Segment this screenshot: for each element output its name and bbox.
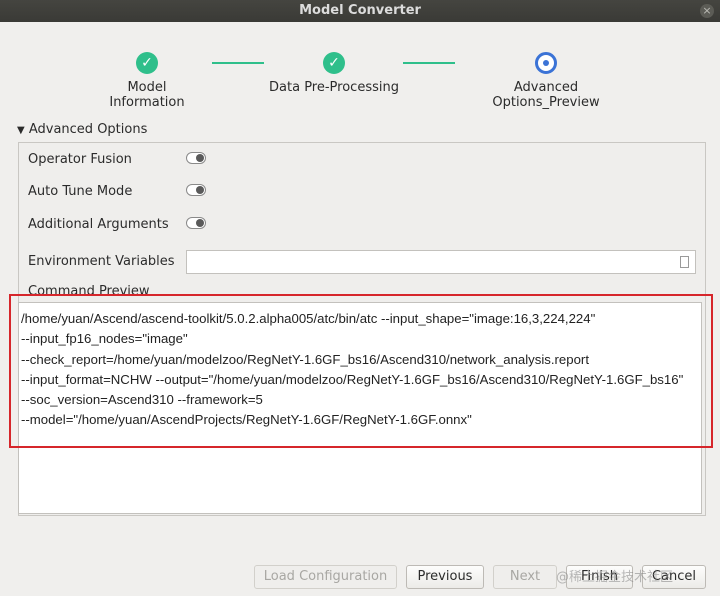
environment-variables-label: Environment Variables xyxy=(28,254,175,269)
command-line: --input_fp16_nodes="image" xyxy=(21,331,188,347)
document-icon[interactable] xyxy=(680,256,689,268)
additional-arguments-label: Additional Arguments xyxy=(28,217,169,232)
command-preview-textarea[interactable]: /home/yuan/Ascend/ascend-toolkit/5.0.2.a… xyxy=(18,302,702,514)
previous-button[interactable]: Previous xyxy=(406,565,484,589)
command-preview-label: Command Preview xyxy=(28,284,150,299)
step-data-pre-processing: ✓ Data Pre-Processing xyxy=(268,52,400,95)
auto-tune-mode-toggle[interactable] xyxy=(186,184,206,196)
check-icon: ✓ xyxy=(323,52,345,74)
check-icon: ✓ xyxy=(136,52,158,74)
advanced-options-title: Advanced Options xyxy=(28,122,148,137)
command-line: --input_format=NCHW --output="/home/yuan… xyxy=(21,371,684,387)
command-line: --soc_version=Ascend310 --framework=5 xyxy=(21,392,263,408)
step-connector xyxy=(212,62,264,64)
additional-arguments-toggle[interactable] xyxy=(186,217,206,229)
window-titlebar: Model Converter × xyxy=(0,0,720,22)
environment-variables-input[interactable] xyxy=(186,250,696,274)
step-model-information: ✓ Model Information xyxy=(88,52,206,110)
next-button[interactable]: Next xyxy=(493,565,557,589)
step-label: Data Pre-Processing xyxy=(269,80,399,95)
advanced-options-header[interactable]: ▼ Advanced Options xyxy=(17,122,147,137)
current-step-icon xyxy=(535,52,557,74)
close-icon[interactable]: × xyxy=(700,4,714,18)
step-label: Model Information xyxy=(109,80,185,110)
step-advanced-options-preview: Advanced Options_Preview xyxy=(460,52,632,110)
step-connector xyxy=(403,62,455,64)
auto-tune-mode-label: Auto Tune Mode xyxy=(28,184,133,199)
watermark: @稀土掘金技术社区 xyxy=(556,570,674,585)
load-configuration-button[interactable]: Load Configuration xyxy=(254,565,397,589)
expand-triangle-icon: ▼ xyxy=(17,125,25,136)
step-label: Advanced Options_Preview xyxy=(492,80,600,110)
command-line: /home/yuan/Ascend/ascend-toolkit/5.0.2.a… xyxy=(21,311,596,326)
operator-fusion-label: Operator Fusion xyxy=(28,152,132,167)
operator-fusion-toggle[interactable] xyxy=(186,152,206,164)
window-title: Model Converter xyxy=(299,3,421,18)
command-line: --check_report=/home/yuan/modelzoo/RegNe… xyxy=(21,351,589,367)
command-line: --model="/home/yuan/AscendProjects/RegNe… xyxy=(21,412,472,428)
